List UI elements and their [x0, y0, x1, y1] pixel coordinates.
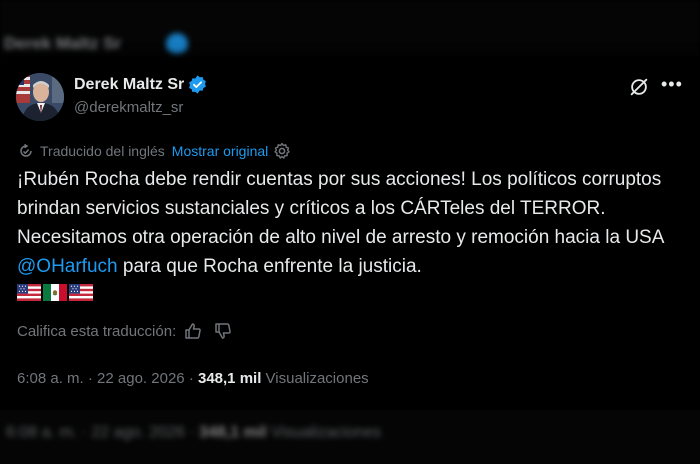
meta-separator: ·: [188, 370, 194, 387]
tweet-text-part1: ¡Rubén Rocha debe rendir cuentas por sus…: [17, 169, 664, 248]
tweet-date[interactable]: 22 ago. 2026: [97, 370, 185, 387]
us-flag-icon: [17, 284, 41, 301]
thumbs-up-icon[interactable]: [184, 322, 202, 340]
verified-badge-icon: [189, 75, 207, 94]
mexico-flag-icon: [43, 284, 67, 301]
rate-translation-label: Califica esta traducción:: [17, 322, 177, 340]
grok-icon[interactable]: [628, 76, 650, 98]
tweet-metadata: 6:08 a. m. · 22 ago. 2026 · 348,1 mil Vi…: [17, 370, 369, 387]
flag-emojis: [17, 284, 93, 301]
author-handle[interactable]: @derekmaltz_sr: [74, 99, 183, 116]
tweet-text-part2: para que Rocha enfrente la justicia.: [117, 256, 422, 277]
show-original-link[interactable]: Mostrar original: [172, 143, 268, 159]
views-count[interactable]: 348,1 mil: [198, 370, 261, 387]
more-options-icon[interactable]: •••: [661, 74, 683, 94]
us-flag-icon: [69, 284, 93, 301]
gear-icon[interactable]: [273, 142, 291, 160]
translation-info: Traducido del inglés Mostrar original: [18, 142, 291, 160]
meta-separator: ·: [87, 370, 93, 387]
translated-from-label: Traducido del inglés: [40, 143, 165, 159]
author-name[interactable]: Derek Maltz Sr: [74, 76, 184, 94]
tweet-time[interactable]: 6:08 a. m.: [17, 370, 84, 387]
blurred-metadata: 6:08 a. m. · 22 ago. 2026 · 348,1 mil Vi…: [6, 424, 382, 441]
rate-translation-row: Califica esta traducción:: [17, 322, 232, 340]
translate-icon: [20, 143, 32, 157]
author-name-row[interactable]: Derek Maltz Sr: [74, 75, 207, 94]
tweet-text: ¡Rubén Rocha debe rendir cuentas por sus…: [17, 165, 697, 281]
views-label: Visualizaciones: [265, 370, 369, 387]
blurred-author-name: Derek Maltz Sr: [4, 34, 122, 53]
avatar[interactable]: [16, 73, 64, 121]
blurred-verified-icon: [166, 33, 188, 55]
thumbs-down-icon[interactable]: [214, 322, 232, 340]
tweet-card: Derek Maltz Sr @derekmaltz_sr ••• Traduc…: [0, 58, 700, 410]
mention-link[interactable]: @OHarfuch: [17, 256, 118, 277]
